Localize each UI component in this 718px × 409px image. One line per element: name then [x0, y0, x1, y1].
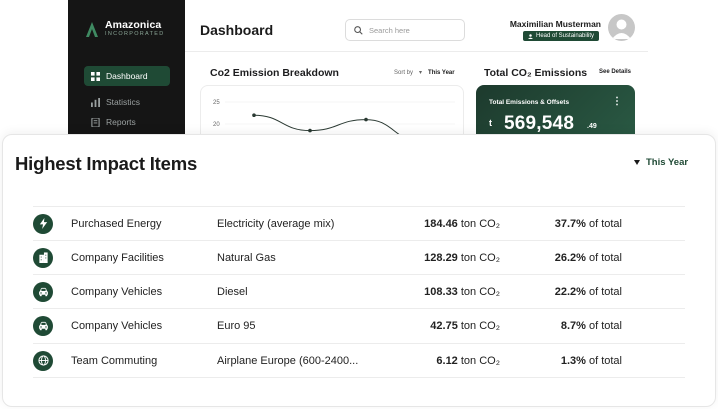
- sort-label: Sort by: [394, 69, 414, 76]
- row-percent: 22.2% of total: [555, 286, 622, 298]
- avatar[interactable]: [608, 14, 635, 41]
- building-icon: [33, 247, 53, 268]
- leaf-logo-icon: [86, 22, 98, 37]
- table-row[interactable]: Company Vehicles Diesel 108.33 ton CO₂ 2…: [33, 274, 685, 308]
- row-amount: 42.75 ton CO₂: [430, 320, 500, 332]
- user-name: Maximilian Musterman: [509, 19, 601, 29]
- car-icon: [33, 281, 53, 302]
- table-row[interactable]: Purchased Energy Electricity (average mi…: [33, 206, 685, 240]
- row-category: Team Commuting: [71, 354, 158, 367]
- chart-title: Co2 Emission Breakdown: [210, 67, 339, 79]
- total-emissions-title: Total CO₂ Emissions: [484, 67, 588, 79]
- header-divider: [185, 51, 648, 52]
- row-source: Natural Gas: [217, 251, 276, 264]
- bar-chart-icon: [91, 97, 100, 107]
- row-amount: 128.29 ton CO₂: [424, 252, 500, 264]
- see-details-link[interactable]: See Details: [599, 69, 631, 75]
- amount-value: 128.29: [424, 251, 458, 264]
- document-icon: [91, 117, 100, 127]
- search-icon: [354, 25, 363, 35]
- row-amount: 6.12 ton CO₂: [436, 355, 500, 367]
- sidebar-item-label: Reports: [106, 117, 136, 127]
- sidebar-item-label: Dashboard: [106, 71, 148, 81]
- percent-suffix: of total: [588, 354, 622, 367]
- amount-unit: ton CO₂: [460, 285, 500, 298]
- user-role-badge: Head of Sustainability: [523, 31, 600, 41]
- lightning-icon: [33, 213, 53, 234]
- percent-suffix: of total: [588, 251, 622, 264]
- app-root: Amazonica INCORPORATED Dashboard Statist…: [0, 0, 718, 409]
- search-input[interactable]: Search here: [345, 19, 465, 41]
- total-decimal: .49: [587, 123, 597, 130]
- panel-title: Highest Impact Items: [15, 153, 198, 174]
- row-percent: 26.2% of total: [555, 252, 622, 264]
- amount-value: 184.46: [424, 217, 458, 230]
- sidebar-item-label: Statistics: [106, 97, 141, 107]
- brand-text: Amazonica INCORPORATED: [105, 20, 165, 38]
- table-row[interactable]: Company Facilities Natural Gas 128.29 to…: [33, 240, 685, 274]
- sidebar-item-statistics[interactable]: Statistics: [84, 92, 170, 112]
- car-icon: [33, 315, 53, 336]
- amount-unit: ton CO₂: [460, 319, 500, 332]
- total-unit: t: [489, 118, 492, 128]
- row-amount: 184.46 ton CO₂: [424, 218, 500, 230]
- more-options-icon[interactable]: ⋮: [612, 96, 622, 107]
- brand-subtitle: INCORPORATED: [105, 31, 165, 37]
- sidebar-item-reports[interactable]: Reports: [84, 112, 170, 132]
- row-source: Airplane Europe (600-2400...: [217, 354, 359, 367]
- percent-suffix: of total: [588, 319, 622, 332]
- row-percent: 8.7% of total: [561, 320, 622, 332]
- percent-value: 8.7%: [560, 319, 586, 332]
- search-placeholder: Search here: [369, 25, 410, 35]
- percent-value: 37.7%: [554, 217, 586, 230]
- amount-unit: ton CO₂: [460, 354, 500, 367]
- row-category: Purchased Energy: [71, 217, 162, 230]
- total-value: 569,548: [504, 113, 575, 134]
- y-tick-label: 25: [213, 100, 220, 106]
- total-card-label: Total Emissions & Offsets: [489, 99, 570, 106]
- brand-name: Amazonica: [105, 19, 162, 31]
- emission-line-chart: 25 20: [213, 100, 455, 137]
- percent-value: 26.2%: [554, 251, 586, 264]
- page-title: Dashboard: [200, 22, 274, 38]
- amount-unit: ton CO₂: [460, 217, 500, 230]
- row-percent: 1.3% of total: [561, 355, 622, 367]
- percent-value: 22.2%: [554, 285, 586, 298]
- avatar-icon: [612, 19, 631, 39]
- percent-suffix: of total: [588, 217, 622, 230]
- row-amount: 108.33 ton CO₂: [424, 286, 500, 298]
- sort-dropdown[interactable]: Sort by ▾ This Year: [394, 69, 455, 77]
- amount-value: 42.75: [430, 319, 458, 332]
- row-category: Company Vehicles: [71, 285, 163, 298]
- amount-unit: ton CO₂: [460, 251, 500, 264]
- data-point[interactable]: [308, 128, 312, 133]
- grid-icon: [91, 71, 100, 81]
- data-point[interactable]: [252, 113, 256, 117]
- caret-down-icon: [634, 160, 640, 165]
- sidebar-item-dashboard[interactable]: Dashboard: [84, 66, 170, 86]
- row-category: Company Facilities: [71, 251, 164, 264]
- amount-value: 6.12: [436, 354, 458, 367]
- table-row[interactable]: Team Commuting Airplane Europe (600-2400…: [33, 343, 685, 378]
- percent-suffix: of total: [588, 285, 622, 298]
- percent-value: 1.3%: [560, 354, 586, 367]
- year-filter-dropdown[interactable]: This Year: [634, 157, 688, 168]
- row-source: Euro 95: [217, 319, 256, 332]
- globe-icon: [33, 350, 53, 371]
- user-icon: [528, 33, 533, 39]
- sort-caret-icon: ▾: [419, 70, 423, 76]
- amount-value: 108.33: [424, 285, 458, 298]
- sort-value: This Year: [428, 69, 455, 76]
- table-row[interactable]: Company Vehicles Euro 95 42.75 ton CO₂ 8…: [33, 308, 685, 342]
- y-tick-label: 20: [213, 122, 220, 128]
- year-filter-label: This Year: [646, 157, 689, 168]
- row-source: Electricity (average mix): [217, 217, 335, 230]
- row-percent: 37.7% of total: [555, 218, 622, 230]
- brand-logo[interactable]: Amazonica INCORPORATED: [84, 20, 165, 38]
- data-point[interactable]: [364, 117, 368, 122]
- user-role-label: Head of Sustainability: [536, 33, 595, 39]
- row-category: Company Vehicles: [71, 319, 163, 332]
- row-source: Diesel: [217, 285, 248, 298]
